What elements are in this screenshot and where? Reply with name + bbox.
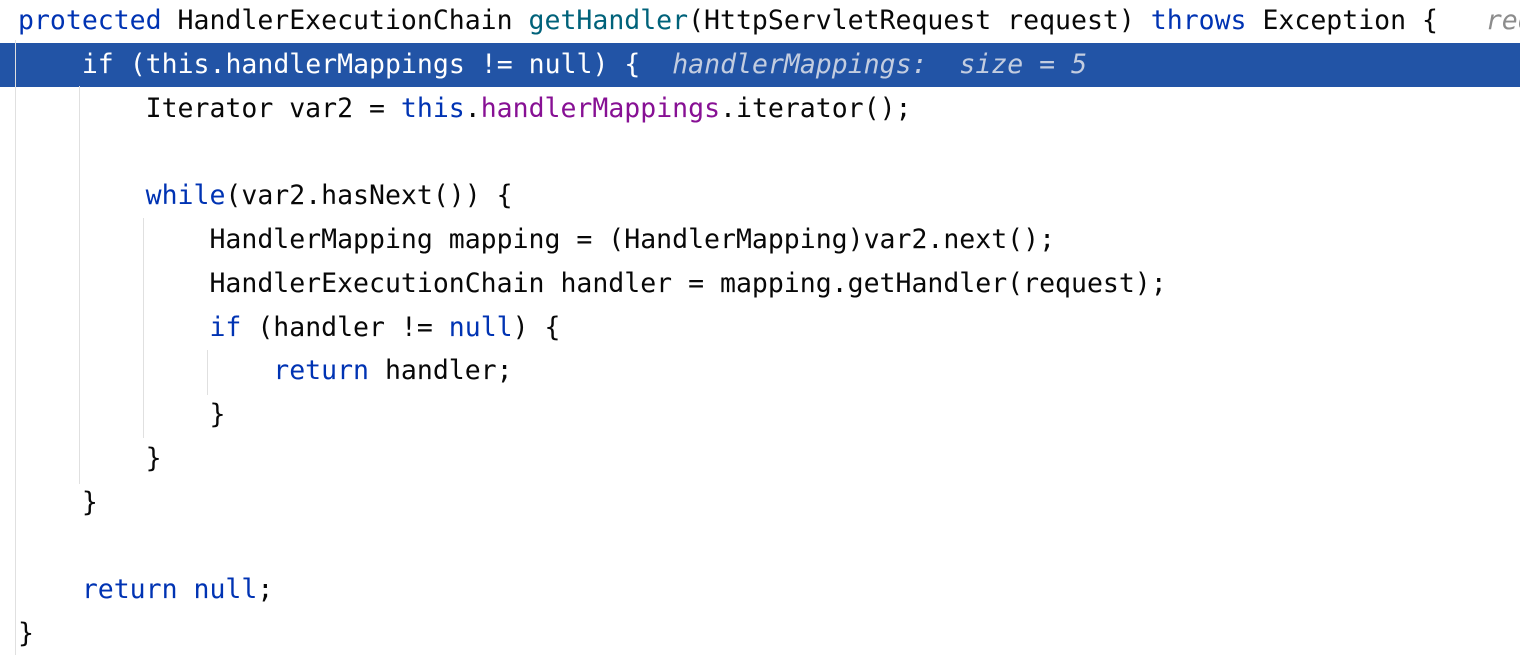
code-token: this [145,48,210,80]
code-token: ; [257,574,274,606]
code-token: HandlerExecutionChain handler = mapping.… [18,267,1167,299]
code-line[interactable]: if (handler != null) { [0,306,1520,350]
indent-guide [79,86,80,484]
code-token: HandlerExecutionChain [161,5,529,36]
code-token: getHandler [528,5,689,36]
code-line-current[interactable]: if (this.handlerMappings != null) { hand… [0,42,1520,87]
code-line[interactable]: } [0,393,1520,437]
code-line[interactable] [0,525,1520,569]
code-token: if [18,48,114,80]
code-token: if [18,311,242,343]
code-token: } [18,618,34,650]
code-line[interactable]: } [0,437,1520,481]
code-token: Iterator var2 = [18,92,401,124]
code-token: .iterator(); [720,92,912,124]
code-line[interactable]: } [0,612,1520,656]
indent-guide [207,350,208,395]
indent-guide [15,40,16,655]
code-token: Exception { [1246,5,1438,36]
code-token: . [209,48,226,80]
code-token: ( [113,48,146,80]
code-token: ) { [592,48,641,80]
code-token: this [400,92,465,124]
code-token: return [18,574,178,606]
code-token: (handler != [241,311,449,343]
code-token: ) { [512,311,561,343]
code-token: != [464,48,529,80]
code-line[interactable]: HandlerMapping mapping = (HandlerMapping… [0,218,1520,262]
code-editor[interactable]: protected HandlerExecutionChain getHandl… [0,0,1520,656]
code-line[interactable]: return null; [0,568,1520,612]
code-token: return [18,355,369,387]
code-line[interactable]: } [0,481,1520,525]
inline-debug-hint: handlerMappings: size = 5 [640,48,1088,80]
code-token: null [193,574,258,606]
code-token: (HttpServletRequest request) [688,5,1151,36]
code-token: handlerMappings [225,48,465,80]
code-line[interactable]: while(var2.hasNext()) { [0,174,1520,218]
indent-guide [143,218,144,438]
code-line[interactable] [0,130,1520,174]
code-token: while [18,180,226,212]
code-line[interactable]: protected HandlerExecutionChain getHandl… [0,0,1520,43]
code-line[interactable]: Iterator var2 = this.handlerMappings.ite… [0,87,1520,131]
code-token: null [448,311,513,343]
code-token: . [464,92,481,124]
code-token: HandlerMapping mapping = (HandlerMapping… [18,223,1056,255]
code-token: null [528,48,593,80]
code-token: } [18,399,226,431]
code-token: } [18,442,162,474]
code-token: handlerMappings [480,92,721,124]
code-line[interactable]: return handler; [0,349,1520,393]
code-token: (var2.hasNext()) { [225,180,513,212]
code-token: throws [1150,5,1247,36]
code-token: protected [18,5,162,36]
inline-debug-hint: req [1485,5,1520,36]
code-token: handler; [369,355,513,387]
code-token: } [18,486,98,518]
code-line[interactable]: HandlerExecutionChain handler = mapping.… [0,262,1520,306]
